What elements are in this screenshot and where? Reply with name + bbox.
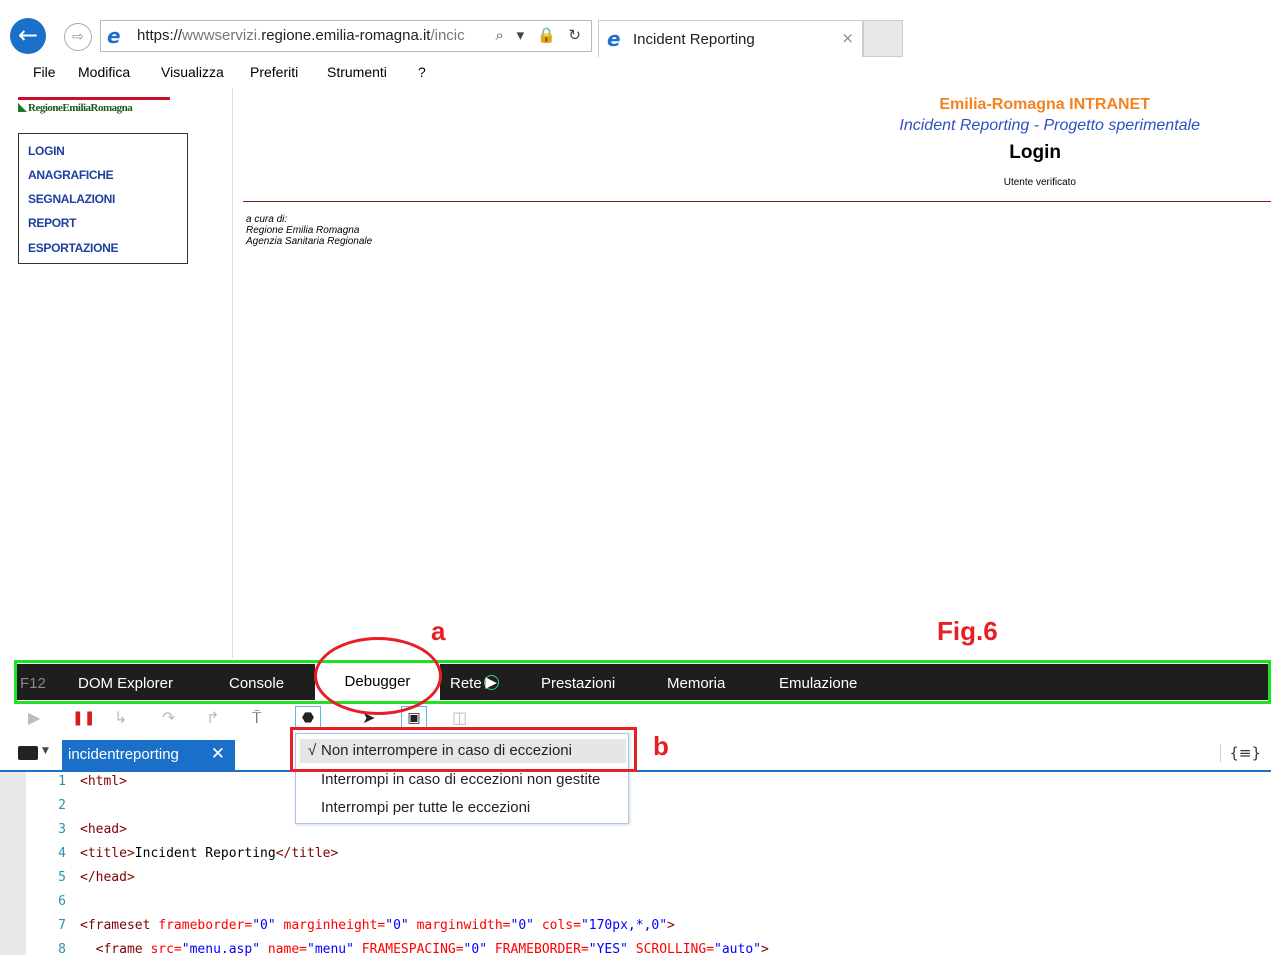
code-token: <html> (80, 774, 127, 789)
browser-chrome: ← ⇨ e https://wwwservizi.regione.emilia-… (0, 0, 1271, 88)
address-url[interactable]: https://wwwservizi.regione.emilia-romagn… (137, 27, 492, 44)
ie-logo-icon: e (107, 24, 121, 48)
url-scheme: https:// (137, 27, 183, 44)
menu-strumenti[interactable]: Strumenti (327, 64, 387, 80)
code-line[interactable]: 6 (42, 894, 80, 918)
code-token: <head> (80, 822, 127, 837)
line-number: 5 (58, 870, 66, 885)
site-nav-menu: LOGIN ANAGRAFICHE SEGNALAZIONI REPORT ES… (18, 133, 188, 264)
nav-anagrafiche[interactable]: ANAGRAFICHE (28, 168, 114, 182)
browser-tab[interactable]: e Incident Reporting × (598, 20, 863, 57)
code-token: cols= (541, 918, 581, 933)
address-bar[interactable]: e https://wwwservizi.regione.emilia-roma… (100, 20, 592, 52)
site-title: Emilia-Romagna INTRANET (939, 96, 1150, 113)
line-number: 7 (58, 918, 66, 933)
code-token: "170px,*,0" (580, 918, 668, 933)
tab-ie-icon: e (607, 27, 621, 51)
annotation-a: a (431, 616, 446, 646)
breakpoint-gutter[interactable] (0, 772, 26, 955)
code-line[interactable]: 2 (42, 798, 80, 822)
debugger-toolbar: ▶ ❚❚ ↳ ↷ ↱ ⍑ ⬣ ➤ ▣ ◫ (14, 704, 1271, 734)
line-number: 1 (58, 774, 66, 789)
code-line[interactable]: 4 <title>Incident Reporting</title> (42, 846, 338, 870)
code-line[interactable]: 7 <frameset frameborder="0" marginheight=… (42, 918, 675, 942)
file-tab-incidentreporting[interactable]: incidentreporting ✕ (62, 740, 235, 770)
logo-triangle-icon (18, 103, 27, 112)
code-token: "0" (510, 918, 542, 933)
menu-preferiti[interactable]: Preferiti (250, 64, 298, 80)
annotation-b: b (653, 731, 669, 761)
nav-segnalazioni[interactable]: SEGNALAZIONI (28, 192, 115, 206)
nav-login[interactable]: LOGIN (28, 144, 65, 158)
close-tab-icon[interactable]: × (841, 29, 854, 47)
credits-line: Agenzia Sanitaria Regionale (246, 236, 373, 247)
back-arrow-icon[interactable]: ← (10, 18, 46, 54)
nav-esportazione[interactable]: ESPORTAZIONE (28, 241, 118, 255)
url-path: /incic (430, 27, 465, 44)
code-token: <frameset (80, 918, 159, 933)
folder-icon[interactable] (18, 746, 38, 760)
menu-help[interactable]: ? (418, 64, 426, 80)
code-token: frameborder= (158, 918, 253, 933)
credits-line: a cura di: (246, 214, 288, 225)
url-subdomain: wwwservizi. (182, 27, 262, 44)
forward-arrow-icon[interactable]: ⇨ (64, 23, 92, 51)
annotation-green-box (14, 660, 1271, 704)
continue-icon[interactable]: ▶ (28, 708, 40, 727)
option-label: Interrompi per tutte le eccezioni (321, 799, 531, 816)
code-token: > (667, 918, 675, 933)
code-token: Incident Reporting (134, 846, 276, 861)
line-number: 3 (58, 822, 66, 837)
header-divider (243, 201, 1271, 202)
nav-report[interactable]: REPORT (28, 216, 77, 230)
break-on-new-worker-icon[interactable]: ⍑ (252, 708, 262, 728)
code-line[interactable]: 3 <head> (42, 822, 127, 846)
exception-option-all[interactable]: Interrompi per tutte le eccezioni (300, 796, 626, 820)
format-braces-icon[interactable]: {≡} (1220, 744, 1261, 762)
step-out-icon[interactable]: ↱ (206, 708, 219, 727)
code-token: marginheight= (283, 918, 386, 933)
regione-logo[interactable]: RegioneEmiliaRomagna (18, 102, 133, 114)
code-token: marginwidth= (416, 918, 511, 933)
line-number: 6 (58, 894, 66, 909)
code-token: <title> (80, 846, 135, 861)
page-heading: Login (1009, 142, 1061, 163)
chevron-down-icon[interactable]: ▼ (42, 746, 49, 756)
tab-title: Incident Reporting (633, 31, 755, 48)
close-icon[interactable]: ✕ (211, 744, 225, 764)
user-status: Utente verificato (1003, 177, 1076, 188)
line-number: 4 (58, 846, 66, 861)
menu-file[interactable]: File (33, 64, 56, 80)
logo-text: RegioneEmiliaRomagna (28, 102, 133, 114)
credits-line: Regione Emilia Romagna (246, 225, 360, 236)
figure-label: Fig.6 (937, 616, 998, 646)
code-token: "0" (385, 918, 417, 933)
break-icon[interactable]: ❚❚ (72, 710, 95, 726)
source-code-view[interactable]: 1 <html> 2 3 <head> 4 <title>Incident Reportin… (0, 772, 1271, 957)
logo-stripe (18, 97, 170, 100)
code-line[interactable]: 1 <html> (42, 774, 127, 798)
address-bar-icons[interactable]: ⌕ ▾ 🔒 ↻ (496, 26, 585, 44)
step-over-icon[interactable]: ↷ (162, 708, 175, 727)
code-line[interactable]: 8 <frame src="menu.asp" name="menu" FRAM… (42, 942, 769, 966)
code-token: </head> (80, 870, 135, 885)
line-number: 2 (58, 798, 66, 813)
credits: a cura di: Regione Emilia Romagna Agenzi… (246, 214, 372, 247)
file-tab-label: incidentreporting (68, 746, 179, 763)
site-subtitle: Incident Reporting - Progetto sperimenta… (899, 117, 1200, 134)
option-label: Interrompi in caso di eccezioni non gest… (321, 771, 601, 788)
code-token: </title> (275, 846, 339, 861)
code-token: "0" (252, 918, 284, 933)
code-line[interactable]: 5 </head> (42, 870, 135, 894)
menu-modifica[interactable]: Modifica (78, 64, 130, 80)
step-into-icon[interactable]: ↳ (114, 708, 127, 727)
annotation-red-rect (290, 727, 637, 772)
menu-visualizza[interactable]: Visualizza (161, 64, 224, 80)
annotation-red-ellipse (314, 637, 442, 715)
menu-bar: File Modifica Visualizza Preferiti Strum… (0, 60, 1271, 86)
url-domain: regione.emilia-romagna.it (261, 27, 431, 44)
new-tab-button[interactable] (863, 20, 903, 57)
clear-breakpoints-icon[interactable]: ◫ (452, 708, 467, 727)
